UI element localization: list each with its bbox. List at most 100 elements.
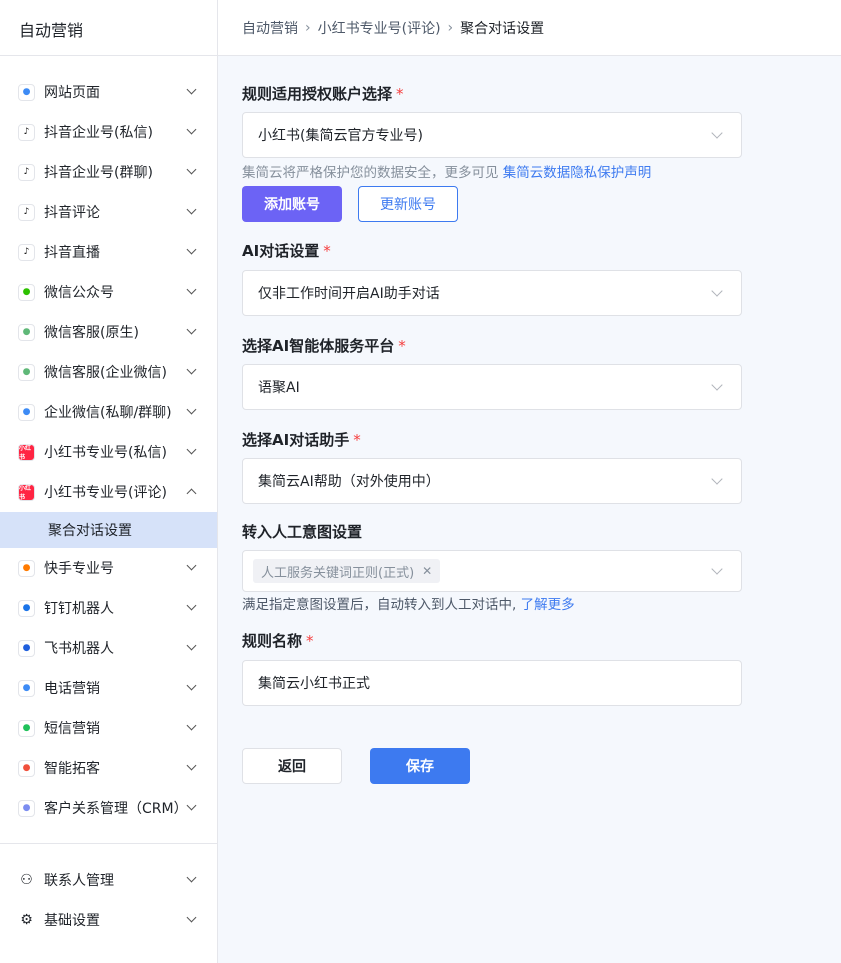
chevron-up-icon — [186, 488, 197, 499]
intent-multiselect[interactable]: 人工服务关键词正则(正式) ✕ — [242, 550, 742, 592]
platform-select[interactable]: 语聚AI — [242, 364, 742, 410]
sidebar-item-label: 企业微信(私聊/群聊) — [44, 405, 172, 421]
sidebar-item[interactable]: ● 智能拓客 — [0, 750, 217, 786]
wechat-service-icon: ● — [18, 323, 35, 341]
website-icon: ● — [18, 83, 35, 101]
chevron-down-icon — [186, 872, 197, 883]
sidebar-item-label: 电话营销 — [44, 681, 100, 697]
sidebar-item[interactable]: ♪ 抖音企业号(群聊) — [0, 154, 217, 190]
sidebar: 自动营销 ● 网站页面 ♪ 抖音企业号(私信) ♪ 抖音企业号(群聊) ♪ 抖音评论 ♪ 抖音直播… — [0, 0, 218, 963]
back-button[interactable]: 返回 — [242, 748, 342, 784]
sidebar-item[interactable]: 小红书 小红书专业号(评论) — [0, 474, 217, 510]
sidebar-item-label: 微信公众号 — [44, 285, 114, 301]
breadcrumb-current: 聚合对话设置 — [460, 20, 545, 37]
sidebar-item-label: 联系人管理 — [44, 873, 114, 889]
sidebar-subitem-aggregate-chat-settings[interactable]: 聚合对话设置 — [0, 512, 217, 548]
sidebar-item-label: 飞书机器人 — [44, 641, 114, 657]
kuaishou-icon: ● — [18, 559, 35, 577]
funnel-icon: ● — [18, 799, 35, 817]
account-label: 规则适用授权账户选择 * — [242, 85, 404, 103]
chevron-down-icon — [711, 473, 723, 485]
account-help: 集简云将严格保护您的数据安全，更多可见 集简云数据隐私保护声明 — [242, 165, 652, 181]
chevron-down-icon — [186, 244, 197, 255]
chevron-down-icon — [186, 364, 197, 375]
sidebar-item[interactable]: 小红书 小红书专业号(私信) — [0, 434, 217, 470]
sidebar-item[interactable]: ● 微信公众号 — [0, 274, 217, 310]
sms-icon: ● — [18, 719, 35, 737]
platform-label: 选择AI智能体服务平台 * — [242, 337, 406, 355]
sidebar-item-label: 微信客服(企业微信) — [44, 365, 167, 381]
ai-label: AI对话设置 * — [242, 242, 331, 260]
chevron-down-icon — [186, 600, 197, 611]
assistant-select[interactable]: 集简云AI帮助（对外使用中） — [242, 458, 742, 504]
close-icon[interactable]: ✕ — [422, 564, 432, 578]
xiaohongshu-icon: 小红书 — [18, 483, 35, 501]
app-title: 自动营销 — [19, 21, 84, 40]
sidebar-item[interactable]: ● 快手专业号 — [0, 550, 217, 586]
sidebar-item-label: 网站页面 — [44, 85, 100, 101]
update-account-button[interactable]: 更新账号 — [358, 186, 458, 222]
sidebar-item[interactable]: ♪ 抖音评论 — [0, 194, 217, 230]
chevron-down-icon — [186, 800, 197, 811]
wechat-icon: ● — [18, 283, 35, 301]
gear-icon: ⚙ — [18, 911, 35, 929]
sidebar-item-label: 抖音企业号(群聊) — [44, 165, 153, 181]
sidebar-item[interactable]: ● 微信客服(原生) — [0, 314, 217, 350]
ai-setting-select[interactable]: 仅非工作时间开启AI助手对话 — [242, 270, 742, 316]
privacy-link[interactable]: 集简云数据隐私保护声明 — [503, 165, 652, 181]
contacts-gear-icon: ⚇ — [18, 871, 35, 889]
save-button[interactable]: 保存 — [370, 748, 470, 784]
douyin-icon: ♪ — [18, 243, 35, 261]
chevron-down-icon — [186, 640, 197, 651]
wecom-icon: ● — [18, 403, 35, 421]
rule-name-input[interactable] — [242, 660, 742, 706]
sidebar-item-label: 小红书专业号(私信) — [44, 445, 167, 461]
sidebar-item[interactable]: ● 钉钉机器人 — [0, 590, 217, 626]
sidebar-item[interactable]: ● 网站页面 — [0, 74, 217, 110]
sidebar-item[interactable]: ● 客户关系管理（CRM） — [0, 790, 217, 826]
chevron-down-icon — [186, 84, 197, 95]
intent-tag: 人工服务关键词正则(正式) ✕ — [253, 559, 441, 583]
sidebar-item-label: 智能拓客 — [44, 761, 100, 777]
sidebar-item[interactable]: ⚙ 基础设置 — [0, 902, 217, 938]
assistant-label: 选择AI对话助手 * — [242, 431, 361, 449]
intent-label: 转入人工意图设置 — [242, 523, 363, 541]
sidebar-item[interactable]: ● 短信营销 — [0, 710, 217, 746]
chevron-down-icon — [186, 720, 197, 731]
chevron-down-icon — [186, 560, 197, 571]
sidebar-item[interactable]: ● 电话营销 — [0, 670, 217, 706]
sidebar-item[interactable]: ♪ 抖音直播 — [0, 234, 217, 270]
douyin-icon: ♪ — [18, 123, 35, 141]
sidebar-item[interactable]: ⚇ 联系人管理 — [0, 862, 217, 898]
chevron-right-icon: › — [305, 19, 311, 36]
douyin-icon: ♪ — [18, 163, 35, 181]
chevron-down-icon — [186, 444, 197, 455]
sidebar-item[interactable]: ● 微信客服(企业微信) — [0, 354, 217, 390]
sidebar-item-label: 抖音企业号(私信) — [44, 125, 153, 141]
sidebar-item[interactable]: ♪ 抖音企业号(私信) — [0, 114, 217, 150]
chevron-down-icon — [186, 324, 197, 335]
add-account-button[interactable]: 添加账号 — [242, 186, 342, 222]
sidebar-item[interactable]: ● 企业微信(私聊/群聊) — [0, 394, 217, 430]
sidebar-item-label: 基础设置 — [44, 913, 100, 929]
divider — [0, 843, 217, 844]
sidebar-item[interactable]: ● 飞书机器人 — [0, 630, 217, 666]
account-select[interactable]: 小红书(集简云官方专业号) — [242, 112, 742, 158]
douyin-icon: ♪ — [18, 203, 35, 221]
breadcrumb-item[interactable]: 小红书专业号(评论) — [318, 18, 441, 38]
target-icon: ● — [18, 759, 35, 777]
chevron-down-icon — [186, 204, 197, 215]
chevron-down-icon — [711, 127, 723, 139]
chevron-down-icon — [186, 404, 197, 415]
wechat-service-icon: ● — [18, 363, 35, 381]
breadcrumb-item[interactable]: 自动营销 — [242, 18, 298, 38]
feishu-icon: ● — [18, 639, 35, 657]
learn-more-link[interactable]: 了解更多 — [521, 597, 575, 613]
sidebar-item-label: 抖音直播 — [44, 245, 100, 261]
chevron-down-icon — [186, 680, 197, 691]
sidebar-item-label: 快手专业号 — [44, 561, 114, 577]
xiaohongshu-icon: 小红书 — [18, 443, 35, 461]
breadcrumb: 自动营销 › 小红书专业号(评论) › 聚合对话设置 — [218, 0, 841, 56]
sidebar-item-label: 客户关系管理（CRM） — [44, 801, 188, 817]
sidebar-item-label: 微信客服(原生) — [44, 325, 139, 341]
